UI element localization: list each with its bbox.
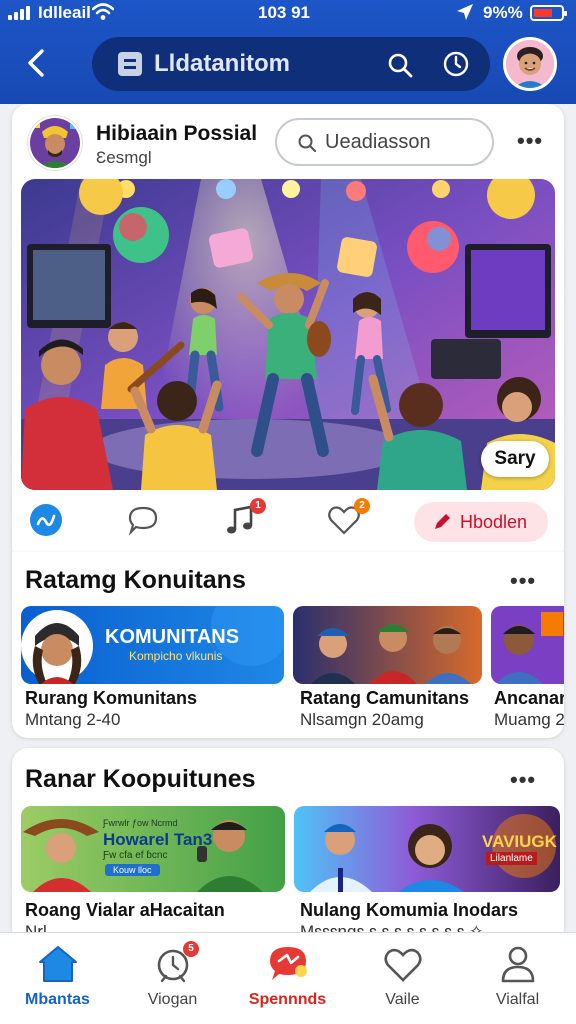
top-bar: Idlleail 103 91 9%% Lldatanitom [0,0,576,104]
image-tag-chip[interactable]: Sary [481,441,549,477]
community-name-4[interactable]: Roang Vialar aHacaitan [25,900,225,921]
community-tile-1[interactable]: KOMUNITANS Kompicho vlkunis [21,606,284,684]
battery-percent: 9%% [483,3,523,22]
nav-label-timer: Viogan [147,991,198,1008]
avatar-face-icon [506,40,554,88]
wifi-icon [92,3,114,20]
banner-tag: Kouw lloc [105,864,160,876]
banner-title: Howarel Tan3 [103,830,213,849]
location-arrow-icon [457,4,473,20]
community-name-2[interactable]: Ratang Camunitans [300,688,469,709]
back-button[interactable] [22,46,52,80]
banner-subtitle: Kompicho vlkunis [129,649,223,663]
section-2-more-button[interactable]: ••• [510,767,536,793]
heart-icon [384,948,422,982]
community-meta-3: Muamg 2 [494,710,564,729]
community-photo-image [293,606,482,684]
community-text-clip-3: Ancanar Muamg 2 [494,688,564,734]
search-icon [298,134,317,153]
header-search-pill[interactable]: Lldatanitom [92,37,490,91]
nav-item-profile[interactable]: Vialfal [460,933,575,1024]
nav-item-timer[interactable]: 5 Viogan [115,933,230,1024]
header-title: Lldatanitom [154,50,290,77]
banner-subtitle: Lilanlame [486,852,537,865]
community-name-3[interactable]: Ancanar [494,688,564,709]
music-badge: 1 [250,498,266,514]
nav-timer-badge: 5 [183,941,199,957]
post-search-value: Ueadiasson [325,131,431,153]
person-icon [501,946,535,983]
profile-avatar[interactable] [503,37,557,91]
app-icon [118,52,142,76]
section-1-more-button[interactable]: ••• [510,568,536,594]
signal-icon [8,6,32,20]
clock-icon[interactable] [442,50,470,78]
chat-bubble-icon [270,947,307,980]
like-badge: 2 [354,498,370,514]
author-subtitle: Ɛesmgl [96,148,152,167]
community-meta-1: Mntang 2-40 [25,710,121,729]
nav-label-favorites: Vaile [385,991,420,1008]
community-photo-image [491,606,564,684]
community-tile-5[interactable]: VAVIUGK Lilanlame [294,806,560,892]
post-more-button[interactable]: ••• [517,128,543,154]
home-icon [39,946,77,982]
carrier-name: Idlleail [38,3,91,22]
community-section-2: Ranar Koopuitunes ••• Ƒwrwlr ƒow Ncrmd H… [12,748,564,944]
community-name-1[interactable]: Rurang Komunitans [25,688,197,709]
author-name[interactable]: Hibiaain Possial [96,122,257,146]
post-card: Hibiaain Possial Ɛesmgl Ueadiasson ••• S… [12,104,564,564]
banner-title: VAVIUGK [482,832,557,851]
nav-item-favorites[interactable]: Vaile [345,933,460,1024]
search-icon[interactable] [386,51,414,79]
author-face-icon [30,118,80,168]
bottom-navigation: Mbantas 5 Viogan Spennnds Vaile Vialfal [0,932,576,1024]
community-name-5[interactable]: Nulang Komumia Inodars [300,900,518,921]
nav-label-home: Mbantas [25,991,90,1008]
status-time: 103 91 [258,3,310,22]
nav-item-home[interactable]: Mbantas [0,933,115,1024]
community-tile-2[interactable] [293,606,482,684]
banner-subtitle: Ƒw cfa ef ɓcnc [103,850,168,861]
comment-icon[interactable] [125,502,161,538]
music-button[interactable]: 1 [222,498,266,542]
nav-label-profile: Vialfal [495,991,540,1008]
community-tile-4[interactable]: Ƒwrwlr ƒow Ncrmd Howarel Tan3 Ƒw cfa ef … [21,806,285,892]
nav-label-messages: Spennnds [248,991,327,1008]
highlight-button-label: Hbodlen [460,512,528,532]
author-avatar[interactable] [28,116,82,170]
nav-item-messages[interactable]: Spennnds [230,933,345,1024]
section-1-title: Ratamg Konuitans [25,566,246,594]
community-tile-3[interactable] [491,606,564,684]
battery-icon [530,5,567,21]
post-image[interactable]: Sary [21,179,555,490]
status-bar: Idlleail 103 91 9%% [0,0,576,26]
community-section-1: Ratamg Konuitans ••• KOMUNITANS Kompicho… [12,552,564,738]
banner-kicker: Ƒwrwlr ƒow Ncrmd [103,818,178,828]
highlight-button[interactable]: Hbodlen [414,502,548,542]
post-search-input[interactable]: Ueadiasson [275,118,494,166]
pen-icon [435,514,450,529]
party-illustration [21,179,555,490]
banner-title: KOMUNITANS [105,626,240,648]
like-button[interactable]: 2 [326,498,370,542]
share-icon[interactable] [28,502,64,538]
community-meta-2: Nlsamgn 20amg [300,710,424,729]
section-2-title: Ranar Koopuitunes [25,765,256,793]
